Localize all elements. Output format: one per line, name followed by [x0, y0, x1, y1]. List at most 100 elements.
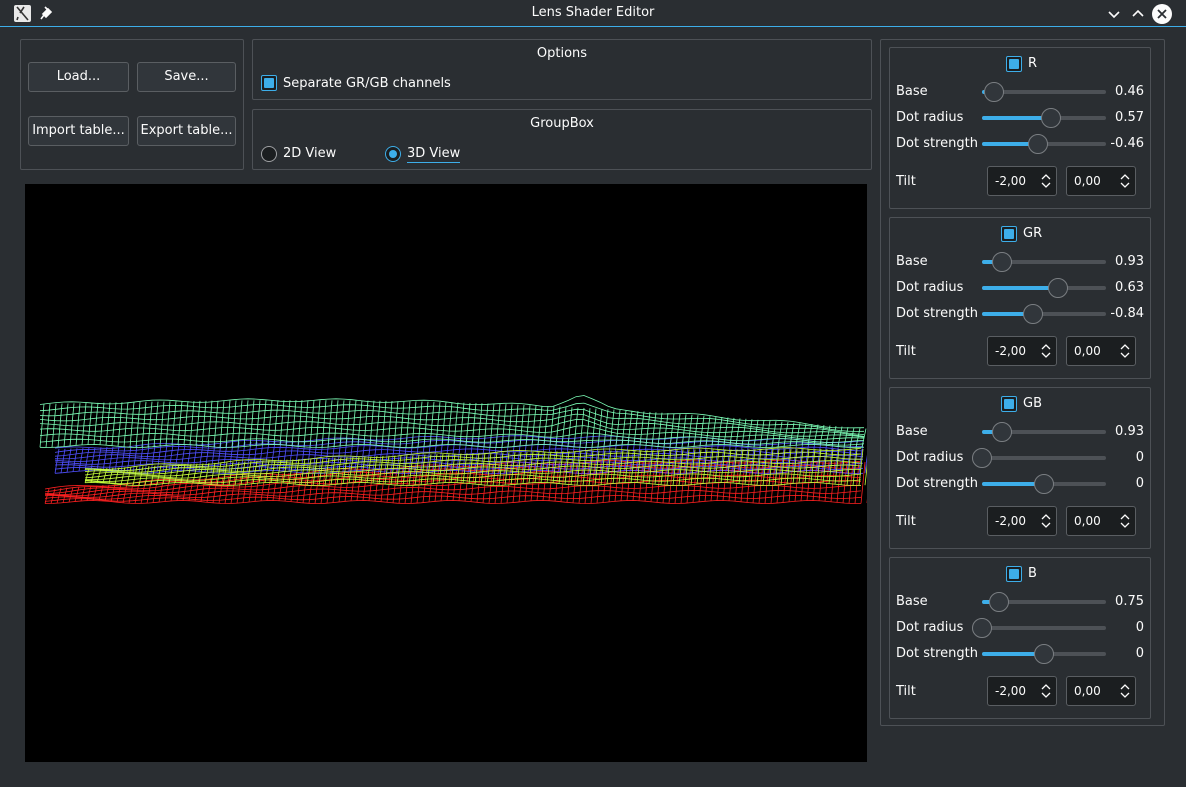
view-2d-label[interactable]: 2D View [283, 146, 336, 161]
import-table-button[interactable]: Import table... [28, 116, 129, 146]
channel-name[interactable]: GB [1023, 396, 1042, 411]
mesh-line [728, 461, 734, 501]
save-button[interactable]: Save... [137, 62, 236, 92]
slider-fill [982, 286, 1058, 290]
mesh-line [189, 400, 195, 445]
dot-radius-slider[interactable] [972, 618, 1106, 638]
tilt-y-spinbox[interactable]: 0,00 [1066, 336, 1136, 366]
mesh-line [336, 457, 342, 485]
dot-strength-slider[interactable] [982, 304, 1106, 324]
tilt-x-value[interactable]: -2,00 [995, 174, 1026, 188]
mesh-line [555, 406, 561, 446]
dot-strength-slider[interactable] [982, 644, 1106, 664]
channel-name[interactable]: R [1028, 56, 1037, 71]
slider-handle[interactable] [1027, 134, 1048, 154]
tilt-y-spinbox[interactable]: 0,00 [1066, 166, 1136, 196]
mesh-line [218, 477, 224, 504]
tilt-x-spinbox[interactable]: -2,00 [987, 166, 1057, 196]
mesh-line [279, 400, 285, 445]
dot-strength-slider[interactable] [982, 474, 1106, 494]
separate-channels-checkbox[interactable] [261, 75, 277, 91]
mesh-line [356, 469, 362, 501]
slider-handle[interactable] [991, 422, 1012, 442]
slider-handle[interactable] [1041, 108, 1062, 128]
view-3d-label[interactable]: 3D View [407, 146, 461, 163]
3d-viewport[interactable] [25, 184, 872, 762]
tilt-x-value[interactable]: -2,00 [995, 514, 1026, 528]
dot-radius-slider-label: Dot radius [896, 620, 964, 635]
close-button[interactable] [1152, 4, 1172, 24]
tilt-x-spinbox[interactable]: -2,00 [987, 676, 1057, 706]
slider-handle[interactable] [991, 252, 1012, 272]
mesh-line [267, 400, 273, 445]
base-slider[interactable] [982, 82, 1106, 102]
tilt-label: Tilt [896, 174, 916, 189]
spin-arrows-icon[interactable] [1120, 681, 1130, 701]
mesh-line [663, 413, 669, 448]
tilt-x-value[interactable]: -2,00 [995, 684, 1026, 698]
slider-handle[interactable] [972, 618, 992, 638]
channel-enable-checkbox[interactable] [1006, 566, 1022, 582]
maximize-button[interactable] [1128, 4, 1148, 24]
load-button[interactable]: Load... [28, 62, 129, 92]
slider-handle[interactable] [989, 592, 1010, 612]
tilt-y-value[interactable]: 0,00 [1074, 514, 1101, 528]
dot-radius-slider-label: Dot radius [896, 110, 964, 125]
base-slider[interactable] [982, 592, 1106, 612]
dot-radius-slider[interactable] [982, 278, 1106, 298]
mesh-line [273, 400, 279, 445]
tilt-x-spinbox[interactable]: -2,00 [987, 506, 1057, 536]
channel-enable-checkbox[interactable] [1001, 396, 1017, 412]
channel-name[interactable]: GR [1023, 226, 1042, 241]
spin-arrows-icon[interactable] [1120, 171, 1130, 191]
view-2d-radio[interactable] [261, 146, 277, 162]
tilt-row: Tilt -2,00 0,00 [890, 506, 1150, 536]
dot-radius-slider[interactable] [982, 108, 1106, 128]
slider-handle[interactable] [984, 82, 1005, 102]
mesh-line [99, 402, 105, 445]
mesh-line [248, 475, 254, 503]
slider-handle[interactable] [972, 448, 992, 468]
mesh-line [783, 422, 789, 447]
tilt-y-value[interactable]: 0,00 [1074, 684, 1101, 698]
mesh-line [246, 461, 252, 485]
tilt-x-value[interactable]: -2,00 [995, 344, 1026, 358]
channel-panel-gb: GB Base 0.93 Dot radius 0 Dot strength 0… [889, 387, 1151, 549]
spin-arrows-icon[interactable] [1041, 681, 1051, 701]
slider-handle[interactable] [1022, 304, 1043, 324]
dot-radius-slider-value: 0 [1135, 620, 1144, 635]
tilt-x-spinbox[interactable]: -2,00 [987, 336, 1057, 366]
tilt-row: Tilt -2,00 0,00 [890, 676, 1150, 706]
base-slider[interactable] [982, 422, 1106, 442]
tilt-y-value[interactable]: 0,00 [1074, 174, 1101, 188]
dot-radius-slider[interactable] [972, 448, 1106, 468]
channel-header: R [890, 56, 1150, 72]
view-3d-radio[interactable] [385, 146, 401, 162]
slider-handle[interactable] [1034, 644, 1054, 664]
minimize-button[interactable] [1104, 4, 1124, 24]
export-table-button[interactable]: Export table... [137, 116, 236, 146]
slider-handle[interactable] [1047, 278, 1068, 298]
mesh-line [206, 477, 212, 503]
separate-channels-label[interactable]: Separate GR/GB channels [283, 76, 451, 91]
spin-arrows-icon[interactable] [1041, 171, 1051, 191]
lens-surface-plot[interactable] [25, 184, 872, 762]
spin-arrows-icon[interactable] [1041, 511, 1051, 531]
dot-strength-slider[interactable] [982, 134, 1106, 154]
tilt-y-spinbox[interactable]: 0,00 [1066, 506, 1136, 536]
tilt-y-spinbox[interactable]: 0,00 [1066, 676, 1136, 706]
mesh-line [789, 422, 795, 446]
channel-enable-checkbox[interactable] [1006, 56, 1022, 72]
dot-radius-slider-value: 0 [1135, 450, 1144, 465]
tilt-y-value[interactable]: 0,00 [1074, 344, 1101, 358]
dot-radius-slider-row: Dot radius 0 [890, 448, 1150, 468]
spin-arrows-icon[interactable] [1041, 341, 1051, 361]
spin-arrows-icon[interactable] [1120, 511, 1130, 531]
base-slider[interactable] [982, 252, 1106, 272]
spin-arrows-icon[interactable] [1120, 341, 1130, 361]
slider-handle[interactable] [1034, 474, 1054, 494]
base-slider-value: 0.46 [1115, 84, 1144, 99]
channel-enable-checkbox[interactable] [1001, 226, 1017, 242]
channel-name[interactable]: B [1028, 566, 1037, 581]
base-slider-value: 0.75 [1115, 594, 1144, 609]
